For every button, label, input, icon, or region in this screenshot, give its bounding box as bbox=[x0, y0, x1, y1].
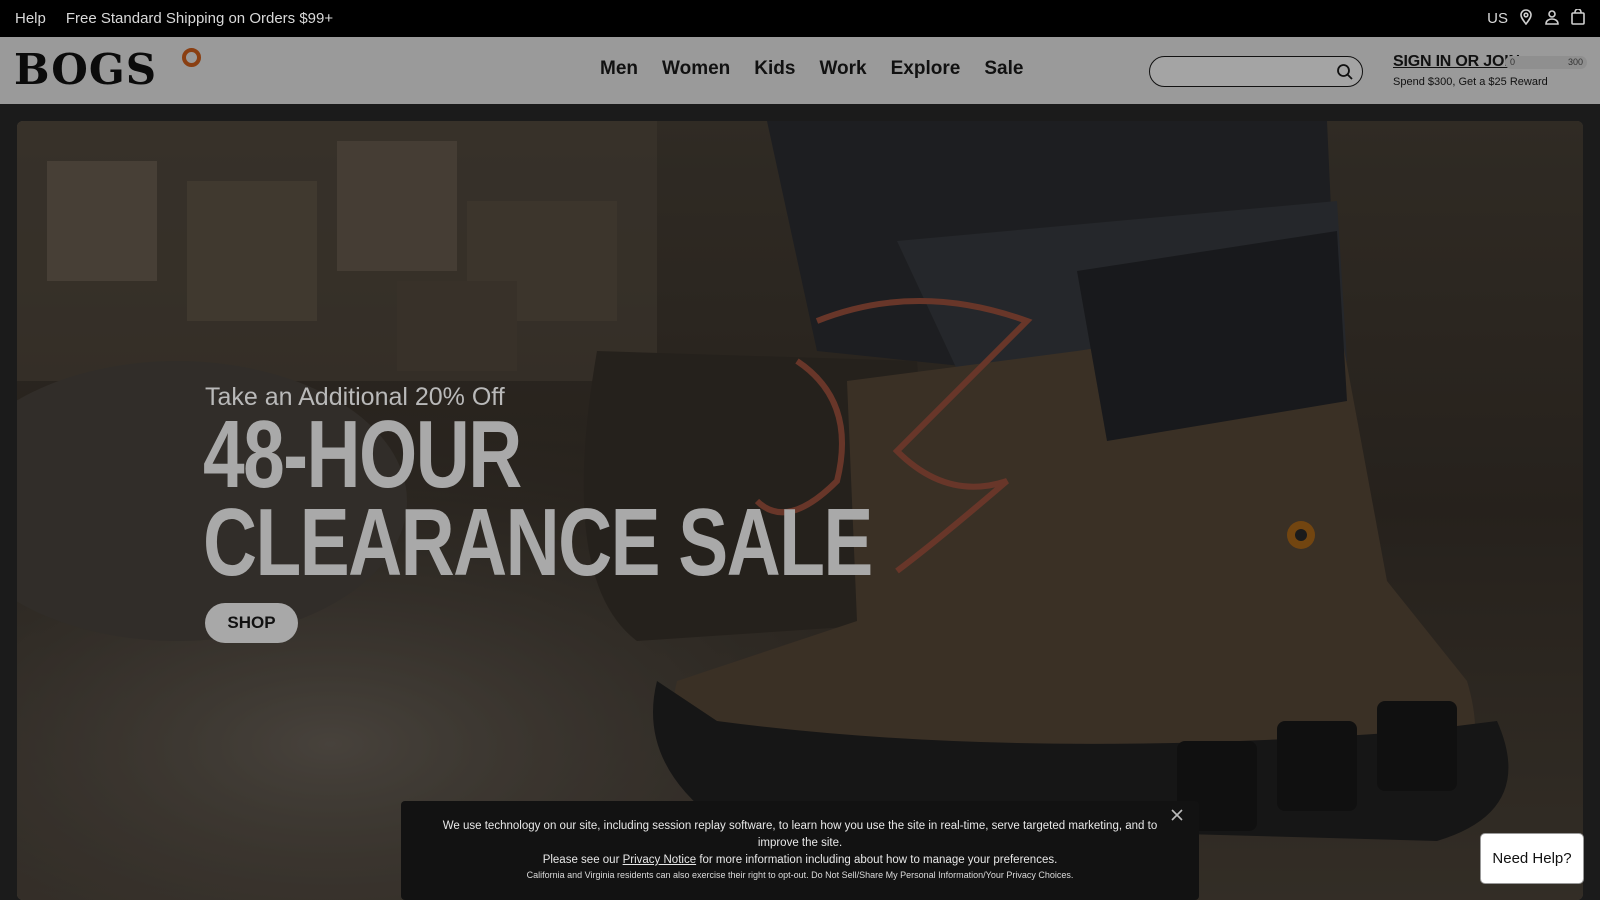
main-nav: Men Women Kids Work Explore Sale bbox=[600, 58, 1023, 80]
account-icon[interactable] bbox=[1544, 9, 1560, 29]
hero-headline-line1: 48-HOUR bbox=[203, 401, 522, 508]
utility-icons: US bbox=[1487, 7, 1586, 29]
shop-button[interactable]: SHOP bbox=[205, 603, 298, 643]
logo-dot-icon bbox=[182, 48, 201, 67]
reward-text: Spend $300, Get a $25 Reward bbox=[1393, 76, 1548, 88]
region-selector[interactable]: US bbox=[1487, 10, 1508, 27]
nav-item-men[interactable]: Men bbox=[600, 58, 638, 80]
reward-progress-bar: 0 300 bbox=[1505, 56, 1587, 69]
cookie-line2-before: Please see our bbox=[542, 854, 620, 866]
need-help-button[interactable]: Need Help? bbox=[1480, 833, 1584, 884]
cookie-line2-after: for more information including about how… bbox=[699, 854, 1058, 866]
help-link[interactable]: Help bbox=[15, 10, 46, 27]
sign-in-link[interactable]: SIGN IN OR JOIN bbox=[1393, 53, 1520, 71]
nav-item-explore[interactable]: Explore bbox=[891, 58, 961, 80]
cookie-line1: We use technology on our site, including… bbox=[442, 820, 1158, 849]
shipping-promo[interactable]: Free Standard Shipping on Orders $99+ bbox=[66, 10, 333, 27]
nav-item-women[interactable]: Women bbox=[662, 58, 730, 80]
utility-bar: Help Free Standard Shipping on Orders $9… bbox=[0, 0, 1600, 37]
cookie-message: We use technology on our site, including… bbox=[401, 818, 1199, 869]
nav-item-work[interactable]: Work bbox=[819, 58, 866, 80]
hero-headline: 48-HOUR CLEARANCE SALE bbox=[203, 401, 873, 596]
search-input[interactable] bbox=[1149, 56, 1363, 87]
brand-logo[interactable]: BOGS bbox=[14, 49, 157, 91]
site-header: BOGS Men Women Kids Work Explore Sale SI… bbox=[0, 37, 1600, 104]
cart-icon[interactable] bbox=[1570, 7, 1586, 29]
nav-item-kids[interactable]: Kids bbox=[754, 58, 795, 80]
nav-item-sale[interactable]: Sale bbox=[984, 58, 1023, 80]
search-icon[interactable] bbox=[1336, 63, 1354, 81]
cookie-banner: We use technology on our site, including… bbox=[401, 801, 1199, 900]
reward-min: 0 bbox=[1510, 57, 1516, 67]
privacy-notice-link[interactable]: Privacy Notice bbox=[623, 854, 697, 866]
hero-banner[interactable]: Take an Additional 20% Off 48-HOUR CLEAR… bbox=[17, 121, 1583, 900]
store-locator-icon[interactable] bbox=[1518, 8, 1534, 29]
reward-max: 300 bbox=[1567, 57, 1583, 67]
cookie-optout-text[interactable]: California and Virginia residents can al… bbox=[401, 870, 1199, 880]
hero-headline-line2: CLEARANCE SALE bbox=[203, 489, 873, 596]
